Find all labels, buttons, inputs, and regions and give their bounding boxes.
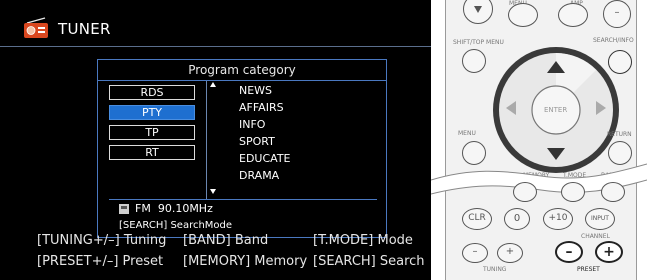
band-label: FM [135,202,151,215]
tuning-plus-symbol: + [505,246,515,257]
dpad-right-icon[interactable] [595,100,607,116]
clr-button[interactable]: CLR [462,208,492,230]
frequency-value: 90.10MHz [157,202,213,215]
plus10-label: +10 [548,213,568,223]
pty-item[interactable]: DRAMA [239,169,279,182]
screen-title: TUNER [58,20,111,38]
preset-plus-symbol: + [603,244,615,260]
channel-label: CHANNEL [581,233,610,240]
clr-label: CLR [468,213,486,223]
pty-item[interactable]: INFO [239,118,265,131]
screen-header: TUNER [0,13,431,47]
preset-label: PRESET [577,266,600,273]
scroll-up-icon[interactable] [210,82,216,87]
search-info-label: SEARCH/INFO [593,37,634,44]
help-preset: [PRESET+/–] Preset [37,254,164,269]
help-search: [SEARCH] Search [313,254,425,269]
memory-button[interactable] [513,182,537,202]
enter-button[interactable]: ENTER [544,106,567,114]
category-rds[interactable]: RDS [109,85,195,100]
help-band: [BAND] Band [183,233,269,248]
zero-label: 0 [513,213,521,224]
category-rt[interactable]: RT [109,145,195,160]
preset-plus-button[interactable]: + [595,241,623,263]
header-divider [0,46,431,47]
input-label: INPUT [591,215,609,222]
category-tp[interactable]: TP [109,125,195,140]
pty-item[interactable]: EDUCATE [239,152,291,165]
program-category-popup: Program category RDS PTY TP RT NEWS AFFA… [97,59,387,238]
list-divider [206,81,207,199]
input-button[interactable]: INPUT [585,208,615,230]
tuning-minus-button[interactable]: – [462,243,488,263]
minus-top-button[interactable]: – [603,0,631,28]
preset-minus-button[interactable]: – [555,241,583,263]
pty-item[interactable]: NEWS [239,84,272,97]
popup-title: Program category [98,60,386,81]
return-label: RETURN [607,131,632,138]
tmode-button[interactable] [561,182,585,202]
scroll-down-icon[interactable] [210,189,216,194]
tuning-plus-button[interactable]: + [497,243,523,263]
menu-top-button[interactable] [508,3,538,27]
help-tmode: [T.MODE] Mode [313,233,413,248]
tuner-screen: TUNER Program category RDS PTY TP RT NEW… [0,0,431,280]
frequency-divider [109,199,377,200]
frequency-readout: FM 90.10MHz [135,202,213,215]
dpad-up-icon[interactable] [545,59,567,75]
top-left-button[interactable] [463,0,493,24]
zero-button[interactable]: 0 [504,208,530,230]
search-mode-hint: [SEARCH] SearchMode [119,220,233,231]
arrow-down-icon [474,6,482,13]
pty-item[interactable]: AFFAIRS [239,101,284,114]
pty-item[interactable]: SPORT [239,135,275,148]
help-tuning: [TUNING+/–] Tuning [37,233,167,248]
tuning-minus-symbol: – [472,246,478,257]
help-memory: [MEMORY] Memory [183,254,308,269]
dpad-left-icon[interactable] [505,100,517,116]
plus10-button[interactable]: +10 [543,208,573,230]
band-button[interactable] [601,182,625,202]
tuning-label: TUNING [483,266,507,273]
preset-minus-symbol: – [565,244,573,260]
minus-top-symbol: – [614,7,620,18]
top-menu-button[interactable] [462,49,486,73]
menu-label: MENU [458,130,476,137]
remote-control: MENU AMP – SHIFT/TOP MENU SEARCH/INFO EN… [431,0,647,280]
category-pty[interactable]: PTY [109,105,195,120]
amp-button[interactable] [558,3,588,27]
radio-icon [24,17,48,38]
fm-band-icon [119,204,129,214]
